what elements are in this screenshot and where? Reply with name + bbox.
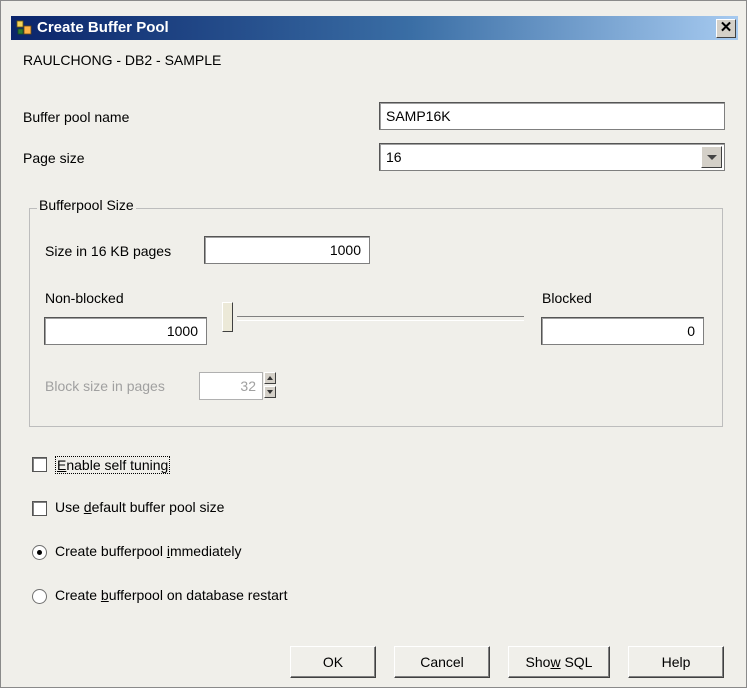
button-accelerator: w xyxy=(550,654,561,670)
create-immediately-label[interactable]: Create bufferpool immediately xyxy=(55,543,242,559)
use-default-size-label[interactable]: Use default buffer pool size xyxy=(55,499,224,515)
option-text: Use xyxy=(55,499,84,515)
spin-up-icon[interactable] xyxy=(264,372,276,384)
block-size-value: 32 xyxy=(240,378,256,394)
option-text: Create xyxy=(55,587,101,603)
enable-self-tuning-checkbox[interactable] xyxy=(32,457,47,472)
create-on-restart-radio[interactable] xyxy=(32,589,47,604)
blocked-value: 0 xyxy=(687,323,695,339)
option-text: ufferpool on database restart xyxy=(108,587,288,603)
size-in-pages-value: 1000 xyxy=(329,242,361,258)
block-size-spinner[interactable] xyxy=(264,372,276,399)
close-icon: ✕ xyxy=(719,19,733,36)
buffer-pool-icon xyxy=(16,20,32,35)
option-text: efault buffer pool size xyxy=(91,499,225,515)
non-blocked-value: 1000 xyxy=(166,323,198,339)
show-sql-button[interactable]: Show SQL xyxy=(508,646,610,678)
title-bar[interactable]: Create Buffer Pool ✕ xyxy=(11,16,738,40)
close-button[interactable]: ✕ xyxy=(716,19,736,38)
block-size-label: Block size in pages xyxy=(45,378,165,394)
option-accelerator: d xyxy=(83,499,92,515)
chevron-down-icon[interactable] xyxy=(701,146,722,168)
create-immediately-radio[interactable] xyxy=(32,545,47,560)
option-accelerator: E xyxy=(57,457,67,473)
window-title: Create Buffer Pool xyxy=(37,19,169,36)
size-in-pages-input[interactable]: 1000 xyxy=(204,236,370,264)
non-blocked-input[interactable]: 1000 xyxy=(44,317,207,345)
show-sql-button-label: Show SQL xyxy=(526,654,593,670)
size-in-pages-label: Size in 16 KB pages xyxy=(45,243,172,259)
cancel-button[interactable]: Cancel xyxy=(394,646,490,678)
buffer-pool-name-input[interactable]: SAMP16K xyxy=(379,102,725,130)
option-accelerator: b xyxy=(100,587,109,603)
enable-self-tuning-label[interactable]: Enable self tuning xyxy=(55,456,171,474)
page-size-label: Page size xyxy=(23,150,85,166)
block-slider-thumb[interactable] xyxy=(222,302,233,332)
cancel-button-label: Cancel xyxy=(420,654,464,670)
option-text: nable self tuning xyxy=(66,457,169,473)
page-size-value: 16 xyxy=(386,149,402,165)
help-button[interactable]: Help xyxy=(628,646,724,678)
buffer-pool-name-value: SAMP16K xyxy=(386,108,451,124)
use-default-size-checkbox[interactable] xyxy=(32,501,47,516)
create-on-restart-label[interactable]: Create bufferpool on database restart xyxy=(55,587,287,603)
block-slider-track[interactable] xyxy=(237,316,524,321)
spin-down-icon[interactable] xyxy=(264,386,276,398)
buffer-pool-name-label: Buffer pool name xyxy=(23,109,130,125)
page-size-select[interactable]: 16 xyxy=(379,143,725,171)
option-text: Create bufferpool xyxy=(55,543,167,559)
create-buffer-pool-dialog: Create Buffer Pool ✕ RAULCHONG - DB2 - S… xyxy=(0,0,747,688)
context-label: RAULCHONG - DB2 - SAMPLE xyxy=(23,52,222,68)
block-size-input[interactable]: 32 xyxy=(199,372,263,400)
option-text: mmediately xyxy=(169,543,242,559)
blocked-input[interactable]: 0 xyxy=(541,317,704,345)
button-text: SQL xyxy=(560,654,593,670)
help-button-label: Help xyxy=(661,654,691,670)
blocked-label: Blocked xyxy=(542,290,592,306)
ok-button-label: OK xyxy=(322,654,344,670)
button-text: Sho xyxy=(525,654,551,670)
bufferpool-size-group-label: Bufferpool Size xyxy=(37,197,136,213)
non-blocked-label: Non-blocked xyxy=(45,290,124,306)
ok-button[interactable]: OK xyxy=(290,646,376,678)
